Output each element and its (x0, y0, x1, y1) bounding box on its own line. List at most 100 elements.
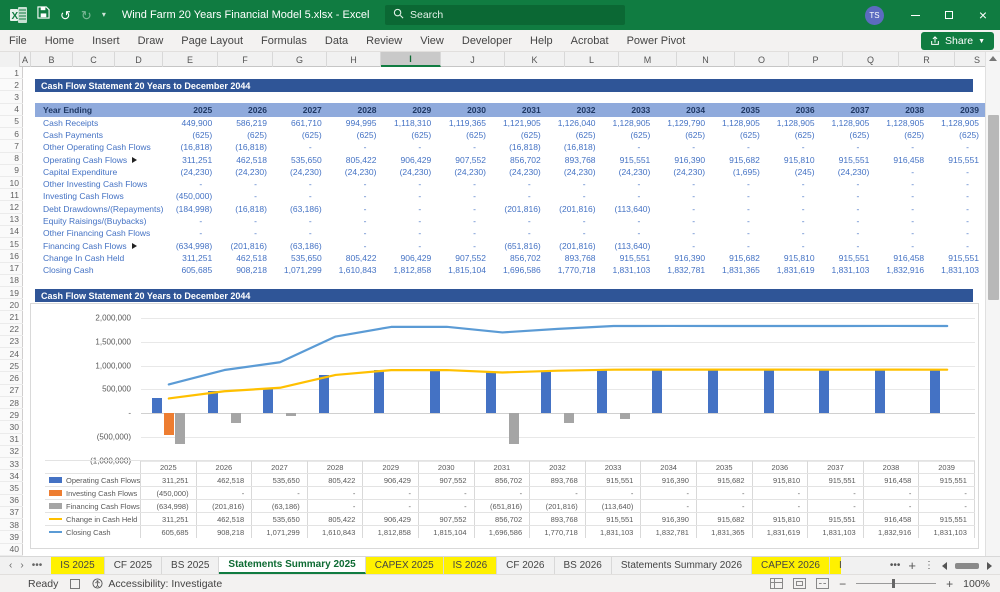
table-cell[interactable]: - (437, 203, 492, 215)
table-cell[interactable]: - (602, 190, 657, 202)
table-cell[interactable]: - (875, 190, 930, 202)
column-header-c[interactable]: C (73, 52, 115, 67)
table-cell[interactable]: - (492, 190, 547, 202)
table-cell[interactable]: - (437, 239, 492, 251)
table-cell[interactable]: - (821, 178, 876, 190)
column-header-g[interactable]: G (273, 52, 327, 67)
table-cell[interactable]: - (437, 178, 492, 190)
hscroll-left-icon[interactable] (942, 562, 947, 570)
table-cell[interactable]: 915,551 (930, 153, 985, 165)
table-cell[interactable]: 1,831,103 (821, 264, 876, 276)
table-cell[interactable]: 1,128,905 (875, 117, 930, 129)
table-cell[interactable]: - (930, 215, 985, 227)
table-cell[interactable]: - (328, 227, 383, 239)
table-cell[interactable]: - (875, 203, 930, 215)
table-cell[interactable]: 1,831,103 (930, 264, 985, 276)
table-cell[interactable]: - (547, 227, 602, 239)
table-cell[interactable]: - (766, 227, 821, 239)
row-number-22[interactable]: 22 (0, 324, 23, 336)
table-cell[interactable]: - (711, 178, 766, 190)
table-cell[interactable]: (625) (602, 129, 657, 141)
table-cell[interactable]: 1,128,905 (930, 117, 985, 129)
table-cell[interactable]: 311,251 (163, 252, 218, 264)
table-cell[interactable]: 915,810 (766, 252, 821, 264)
year-header-cell-2038[interactable]: 2038 (875, 103, 930, 117)
table-cell[interactable]: - (382, 178, 437, 190)
horizontal-scrollbar-thumb[interactable] (955, 563, 979, 569)
table-cell[interactable]: 462,518 (218, 252, 273, 264)
sheet-tab-statements-summary-2026[interactable]: Statements Summary 2026 (612, 557, 752, 574)
ribbon-tab-home[interactable]: Home (36, 30, 83, 52)
row-number-21[interactable]: 21 (0, 311, 23, 323)
year-header-cell-2030[interactable]: 2030 (437, 103, 492, 117)
ribbon-tab-insert[interactable]: Insert (83, 30, 129, 52)
table-cell[interactable]: 805,422 (328, 252, 383, 264)
table-cell[interactable]: - (328, 215, 383, 227)
row-label-cell[interactable]: Debt Drawdowns/(Repayments) (35, 203, 163, 215)
table-cell[interactable]: - (328, 190, 383, 202)
table-cell[interactable]: - (437, 227, 492, 239)
table-cell[interactable]: - (382, 190, 437, 202)
table-cell[interactable]: (24,230) (273, 166, 328, 178)
search-input[interactable]: Search (385, 5, 625, 25)
column-header-j[interactable]: J (441, 52, 505, 67)
table-cell[interactable]: - (821, 190, 876, 202)
table-cell[interactable]: (651,816) (492, 239, 547, 251)
table-cell[interactable]: - (875, 215, 930, 227)
row-number-4[interactable]: 4 (0, 104, 23, 116)
new-sheet-button[interactable]: + (908, 558, 916, 573)
avatar[interactable]: TS (865, 6, 884, 25)
table-cell[interactable]: 1,610,843 (328, 264, 383, 276)
ribbon-tab-view[interactable]: View (411, 30, 453, 52)
column-header-h[interactable]: H (327, 52, 381, 67)
table-cell[interactable]: 1,831,619 (766, 264, 821, 276)
minimize-button[interactable] (898, 0, 932, 30)
table-cell[interactable]: - (766, 239, 821, 251)
table-cell[interactable]: (24,230) (821, 166, 876, 178)
table-cell[interactable]: - (656, 190, 711, 202)
table-cell[interactable]: (625) (382, 129, 437, 141)
column-header-q[interactable]: Q (843, 52, 899, 67)
row-label-cell[interactable]: Closing Cash (35, 264, 163, 276)
row-number-24[interactable]: 24 (0, 348, 23, 360)
row-number-7[interactable]: 7 (0, 140, 23, 152)
column-header-p[interactable]: P (789, 52, 843, 67)
tab-more-left-icon[interactable]: ••• (29, 560, 46, 571)
table-cell[interactable]: - (656, 203, 711, 215)
table-cell[interactable]: - (273, 190, 328, 202)
row-number-12[interactable]: 12 (0, 201, 23, 213)
table-cell[interactable]: (63,186) (273, 203, 328, 215)
page-break-view-icon[interactable] (816, 578, 829, 589)
column-header-d[interactable]: D (115, 52, 163, 67)
table-cell[interactable]: (625) (930, 129, 985, 141)
table-cell[interactable]: 893,768 (547, 252, 602, 264)
row-number-19[interactable]: 19 (0, 287, 23, 299)
table-cell[interactable]: 1,696,586 (492, 264, 547, 276)
row-number-14[interactable]: 14 (0, 226, 23, 238)
table-cell[interactable]: (450,000) (163, 190, 218, 202)
row-number-13[interactable]: 13 (0, 214, 23, 226)
row-number-29[interactable]: 29 (0, 409, 23, 421)
table-cell[interactable]: (24,230) (492, 166, 547, 178)
column-header-n[interactable]: N (677, 52, 735, 67)
year-header-cell-2029[interactable]: 2029 (382, 103, 437, 117)
table-cell[interactable]: - (273, 215, 328, 227)
table-cell[interactable]: 915,551 (602, 153, 657, 165)
table-cell[interactable]: - (875, 166, 930, 178)
row-number-5[interactable]: 5 (0, 116, 23, 128)
table-cell[interactable]: - (821, 215, 876, 227)
row-number-32[interactable]: 32 (0, 446, 23, 458)
table-cell[interactable]: - (273, 178, 328, 190)
sheet-tab-bs-2025[interactable]: BS 2025 (162, 557, 219, 574)
table-cell[interactable]: (625) (821, 129, 876, 141)
table-cell[interactable]: 893,768 (547, 153, 602, 165)
ribbon-tab-formulas[interactable]: Formulas (252, 30, 316, 52)
table-cell[interactable]: - (766, 190, 821, 202)
table-cell[interactable]: 915,551 (930, 252, 985, 264)
year-header-cell-2035[interactable]: 2035 (711, 103, 766, 117)
table-cell[interactable]: - (766, 215, 821, 227)
row-number-39[interactable]: 39 (0, 531, 23, 543)
table-cell[interactable]: - (711, 239, 766, 251)
table-cell[interactable]: (24,230) (328, 166, 383, 178)
table-cell[interactable]: - (273, 227, 328, 239)
